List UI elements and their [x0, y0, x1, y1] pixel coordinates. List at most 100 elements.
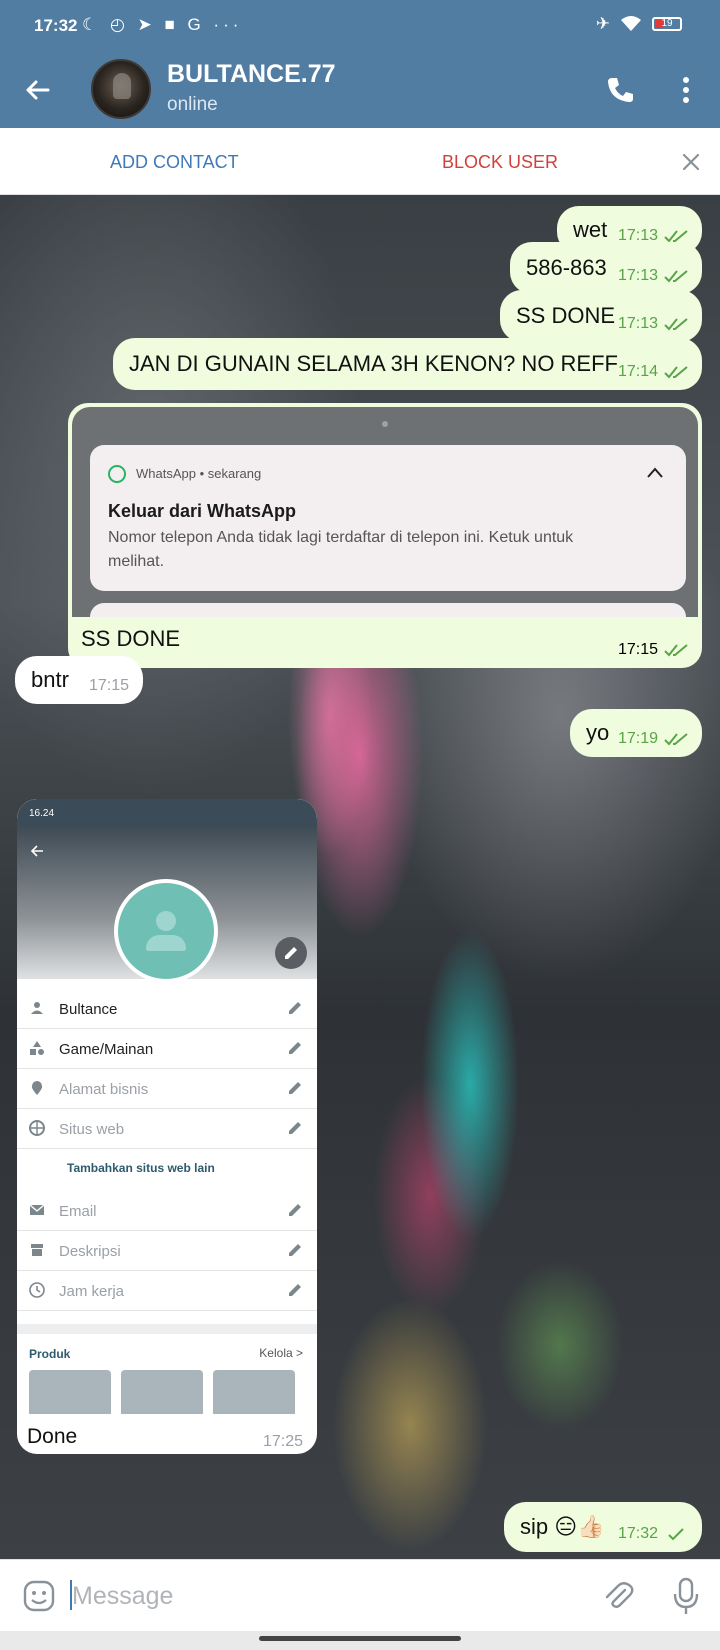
mail-icon: [29, 1204, 45, 1215]
contact-status: online: [167, 94, 218, 115]
message-time: 17:15: [88, 677, 129, 694]
pencil-icon: [289, 1002, 301, 1014]
home-gesture-handle[interactable]: [259, 1636, 461, 1641]
back-arrow-icon[interactable]: [20, 72, 56, 108]
message-bubble[interactable]: SS DONE 17:13: [500, 290, 702, 342]
message-time: 17:25: [262, 1433, 303, 1450]
sticker-emoji-icon[interactable]: [22, 1579, 56, 1613]
notification-app-line: WhatsApp • sekarang: [136, 466, 262, 481]
message-text: 586-863: [526, 255, 607, 280]
message-input[interactable]: [72, 1574, 572, 1618]
message-caption: Done: [27, 1425, 78, 1448]
block-user-button[interactable]: BLOCK USER: [442, 152, 558, 173]
product-thumbnail: [213, 1370, 295, 1414]
message-meta: 17:19: [618, 730, 688, 748]
message-time: 17:19: [617, 730, 658, 747]
contact-avatar[interactable]: [91, 59, 151, 119]
message-time: 17:32: [617, 1525, 658, 1542]
screenshot-time: 16.24: [29, 808, 55, 819]
notification-title: Keluar dari WhatsApp: [108, 501, 297, 521]
pencil-icon: [289, 1082, 301, 1094]
chevron-up-icon: [647, 467, 663, 478]
message-time: 17:14: [617, 363, 658, 380]
location-pin-icon: [31, 1081, 43, 1095]
phone-icon[interactable]: [602, 72, 638, 108]
status-notification-icons: ☾ ◴ ➤ ■ G ···: [82, 15, 243, 34]
image-message-bubble[interactable]: 16.24 Bultance Game/Mainan Alamat bisnis…: [17, 799, 317, 1454]
pencil-icon: [289, 1284, 301, 1296]
message-caption: SS DONE: [81, 626, 181, 651]
message-text: sip 😑👍🏻: [520, 1514, 605, 1539]
double-check-icon: [664, 270, 688, 283]
manage-products-link: Kelola >: [259, 1346, 303, 1360]
add-contact-button[interactable]: ADD CONTACT: [110, 152, 239, 173]
clock-icon: [29, 1282, 45, 1298]
message-meta: 17:15: [89, 677, 129, 695]
wifi-icon: [621, 16, 641, 31]
message-meta: 17:14: [618, 363, 688, 381]
message-text: bntr: [31, 667, 69, 692]
message-time: 17:13: [617, 267, 658, 284]
close-icon[interactable]: [679, 150, 703, 174]
chat-history[interactable]: wet 17:13 586-863 17:13 SS DONE 17:13 JA…: [0, 195, 720, 1559]
status-time: 17:32: [34, 16, 78, 35]
profile-row-website: Situs web: [17, 1109, 317, 1149]
contact-action-bar: ADD CONTACT BLOCK USER: [0, 128, 720, 195]
notification-card: WhatsApp • sekarang Keluar dari WhatsApp…: [90, 445, 686, 591]
message-bubble[interactable]: sip 😑👍🏻 17:32: [504, 1502, 702, 1552]
edit-photo-icon: [275, 937, 307, 969]
system-nav-bar: [0, 1631, 720, 1650]
profile-row-hours: Jam kerja: [17, 1271, 317, 1311]
pencil-icon: [289, 1244, 301, 1256]
message-text: SS DONE: [516, 303, 616, 328]
attached-screenshot[interactable]: 16.24 Bultance Game/Mainan Alamat bisnis…: [17, 799, 317, 1414]
contact-name[interactable]: BULTANCE.77: [167, 60, 336, 89]
profile-row-name: Bultance: [17, 989, 317, 1029]
message-bubble[interactable]: bntr 17:15: [15, 656, 143, 704]
store-icon: [31, 1244, 43, 1256]
product-thumbnail: [29, 1370, 111, 1414]
profile-row-description: Deskripsi: [17, 1231, 317, 1271]
whatsapp-icon: [108, 465, 126, 483]
screenshot-handle: [382, 421, 388, 427]
paperclip-icon[interactable]: [601, 1578, 635, 1614]
back-arrow-icon: [30, 845, 43, 857]
message-bubble[interactable]: 586-863 17:13: [510, 242, 702, 294]
profile-row-category: Game/Mainan: [17, 1029, 317, 1069]
notification-card-peek: [90, 603, 686, 617]
status-bar: 17:32 ☾ ◴ ➤ ■ G ··· ✈ 19: [0, 0, 720, 52]
message-bubble[interactable]: JAN DI GUNAIN SELAMA 3H KENON? NO REFF 1…: [113, 338, 702, 390]
add-website-link: Tambahkan situs web lain: [67, 1161, 215, 1175]
double-check-icon: [664, 644, 688, 657]
category-icon: [30, 1041, 44, 1055]
profile-avatar: [114, 879, 218, 983]
message-text: JAN DI GUNAIN SELAMA 3H KENON? NO REFF: [129, 351, 618, 376]
double-check-icon: [664, 230, 688, 243]
more-vert-icon[interactable]: [672, 72, 700, 108]
message-meta: 17:13: [618, 315, 688, 333]
double-check-icon: [664, 366, 688, 379]
products-label: Produk: [29, 1347, 71, 1361]
section-divider: [17, 1324, 317, 1334]
notification-body: Nomor telepon Anda tidak lagi terdaftar …: [108, 529, 574, 570]
pencil-icon: [289, 1122, 301, 1134]
attached-screenshot[interactable]: WhatsApp • sekarang Keluar dari WhatsApp…: [72, 407, 698, 617]
message-time: 17:13: [617, 315, 658, 332]
status-right: ✈ 19: [596, 14, 682, 34]
image-message-bubble[interactable]: WhatsApp • sekarang Keluar dari WhatsApp…: [68, 403, 702, 668]
screenshot-status-bar: 16.24: [17, 799, 317, 827]
person-icon: [31, 1002, 43, 1014]
message-meta: 17:13: [618, 267, 688, 285]
pencil-icon: [289, 1204, 301, 1216]
message-time: 17:15: [617, 641, 658, 658]
message-text: yo: [586, 720, 610, 745]
product-thumbnail: [121, 1370, 203, 1414]
message-text: wet: [573, 217, 608, 242]
airplane-icon: ✈: [595, 14, 610, 33]
message-meta: 17:15: [618, 641, 688, 659]
battery-icon: 19: [652, 17, 682, 31]
chat-header: BULTANCE.77 online: [0, 52, 720, 128]
microphone-icon[interactable]: [670, 1576, 702, 1616]
message-bubble[interactable]: yo 17:19: [570, 709, 702, 757]
double-check-icon: [664, 733, 688, 746]
